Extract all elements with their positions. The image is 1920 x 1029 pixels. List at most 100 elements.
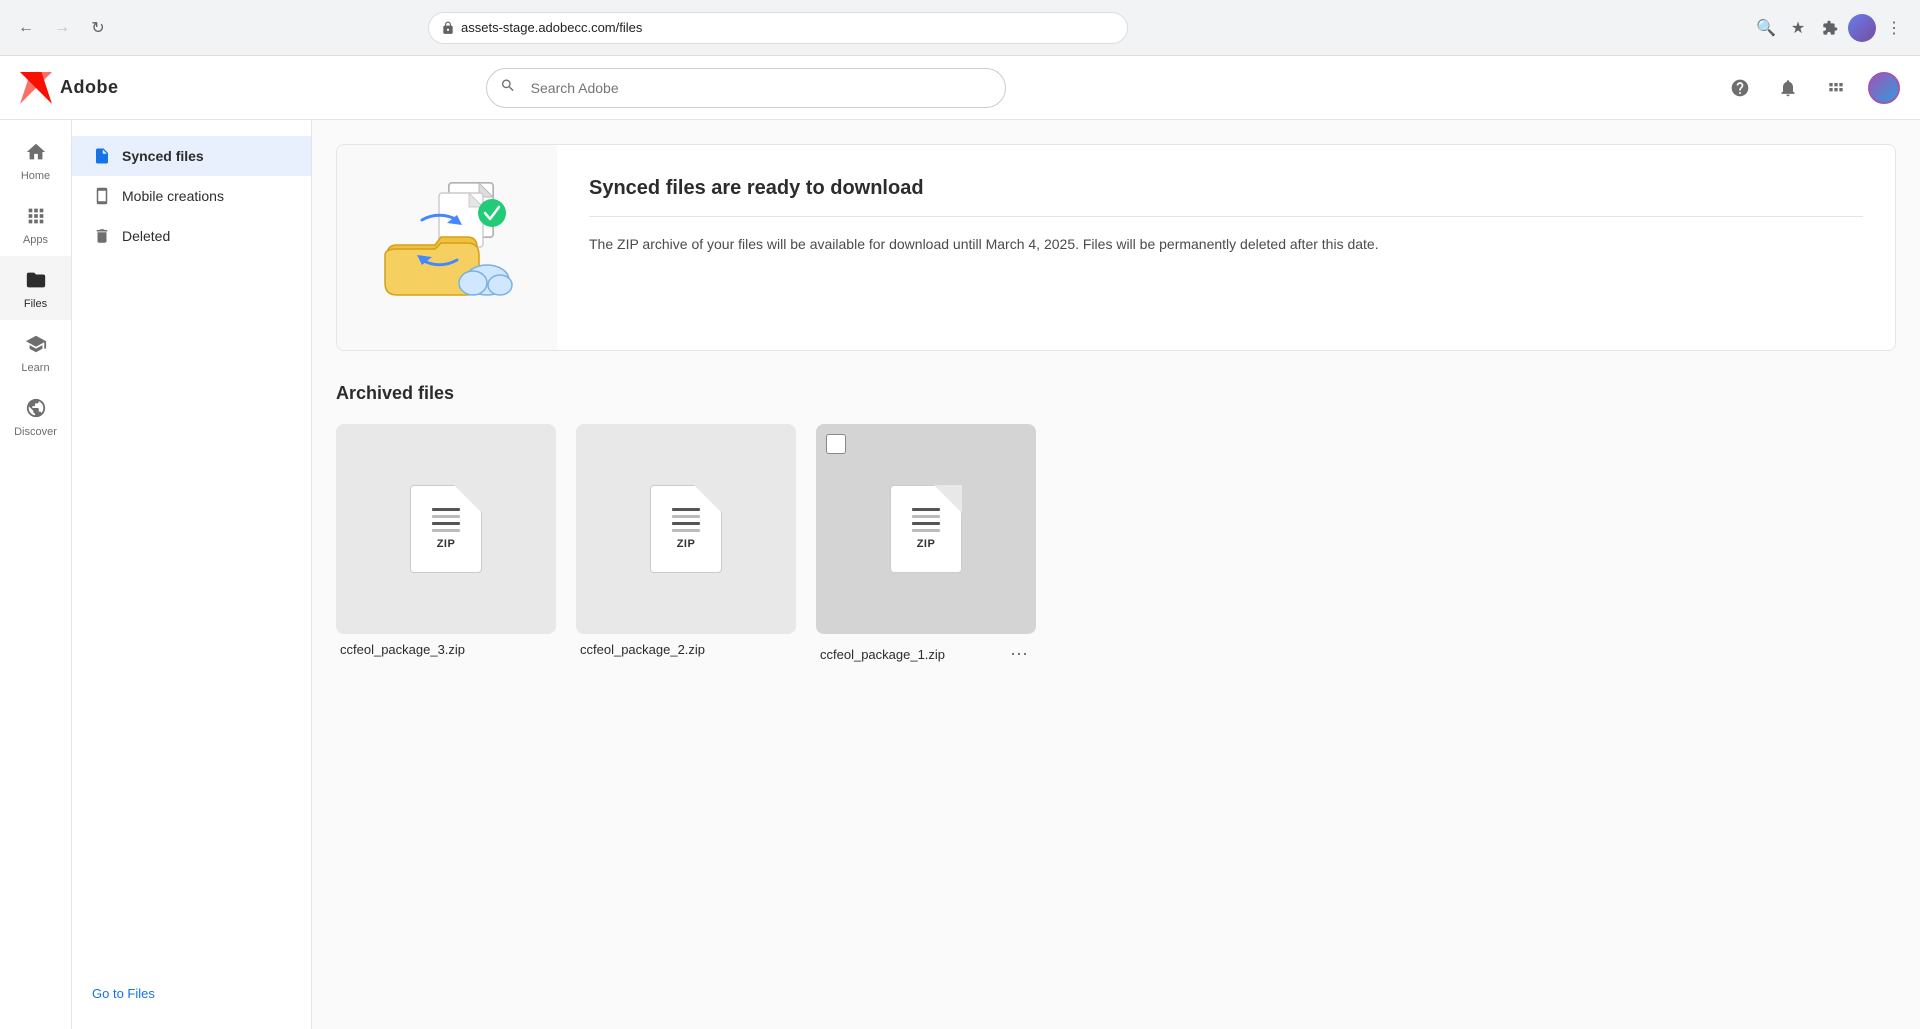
file-name-text: ccfeol_package_2.zip: [580, 642, 705, 657]
content-panel: Synced files Mobile creations Deleted Go…: [72, 120, 1920, 1029]
sidebar-home-label: Home: [21, 170, 50, 182]
mobile-creations-label: Mobile creations: [122, 188, 224, 204]
sidebar-item-discover[interactable]: Discover: [0, 384, 71, 448]
search-bar: [486, 68, 1006, 108]
address-bar: assets-stage.adobecc.com/files: [428, 12, 1128, 44]
search-icon: [500, 77, 516, 98]
zip-line: [672, 522, 700, 525]
app-container: Adobe: [0, 56, 1920, 1029]
file-card[interactable]: ZIP ccfeol_package_1.zip ⋯: [816, 424, 1036, 667]
adobe-logo-text: Adobe: [60, 77, 119, 98]
goto-files-link[interactable]: Go to Files: [72, 974, 311, 1013]
zip-icon: ZIP: [650, 485, 722, 573]
browser-forward-button[interactable]: →: [48, 14, 76, 42]
browser-zoom-button[interactable]: 🔍: [1752, 14, 1780, 42]
banner-divider: [589, 216, 1863, 217]
synced-files-label: Synced files: [122, 148, 204, 164]
file-name-row: ccfeol_package_1.zip ⋯: [816, 642, 1036, 667]
deleted-label: Deleted: [122, 228, 170, 244]
sidebar-files-label: Files: [24, 298, 47, 310]
sidebar: Home Apps Files Learn: [0, 120, 72, 1029]
main-area: Synced files are ready to download The Z…: [312, 120, 1920, 1029]
browser-back-button[interactable]: ←: [12, 14, 40, 42]
file-card-preview: ZIP: [816, 424, 1036, 634]
mobile-creations-icon: [92, 186, 112, 206]
deleted-item[interactable]: Deleted: [72, 216, 311, 256]
browser-chrome: ← → ↻ assets-stage.adobecc.com/files 🔍 ★…: [0, 0, 1920, 56]
browser-avatar: [1848, 14, 1876, 42]
sidebar-apps-label: Apps: [23, 234, 48, 246]
zip-line: [432, 508, 460, 511]
file-card[interactable]: ZIP ccfeol_package_3.zip: [336, 424, 556, 667]
zip-line: [672, 515, 700, 518]
zip-lines: [432, 508, 460, 532]
browser-bookmark-button[interactable]: ★: [1784, 14, 1812, 42]
sidebar-item-files[interactable]: Files: [0, 256, 71, 320]
sync-illustration: [367, 165, 527, 330]
file-more-button[interactable]: ⋯: [1006, 642, 1032, 667]
zip-icon: ZIP: [890, 485, 962, 573]
zip-line: [912, 515, 940, 518]
user-avatar[interactable]: [1868, 72, 1900, 104]
files-grid: ZIP ccfeol_package_3.zip ZIP ccfeol_pack…: [336, 424, 1896, 667]
zip-lines: [672, 508, 700, 532]
sidebar-item-learn[interactable]: Learn: [0, 320, 71, 384]
file-card-preview: ZIP: [576, 424, 796, 634]
file-name-row: ccfeol_package_2.zip: [576, 642, 796, 657]
browser-profile-button[interactable]: [1848, 14, 1876, 42]
banner-description: The ZIP archive of your files will be av…: [589, 233, 1863, 255]
section-title: Archived files: [336, 383, 1896, 404]
waffle-button[interactable]: [1820, 72, 1852, 104]
zip-lines: [912, 508, 940, 532]
lock-icon: [441, 21, 455, 35]
banner-content: Synced files are ready to download The Z…: [557, 145, 1895, 350]
file-name-row: ccfeol_package_3.zip: [336, 642, 556, 657]
zip-line: [912, 522, 940, 525]
zip-line: [432, 522, 460, 525]
discover-icon: [22, 394, 50, 422]
banner-illustration: [337, 145, 557, 350]
sidebar-learn-label: Learn: [21, 362, 49, 374]
help-button[interactable]: [1724, 72, 1756, 104]
zip-label-text: ZIP: [917, 538, 936, 550]
zip-line: [432, 529, 460, 532]
synced-files-icon: [92, 146, 112, 166]
main-content: Home Apps Files Learn: [0, 120, 1920, 1029]
browser-extension-button[interactable]: [1816, 14, 1844, 42]
mobile-creations-item[interactable]: Mobile creations: [72, 176, 311, 216]
file-checkbox[interactable]: [826, 434, 846, 454]
archived-files-section: Archived files ZIP ccfeol_package_3.zip …: [336, 383, 1896, 667]
zip-icon: ZIP: [410, 485, 482, 573]
banner-title: Synced files are ready to download: [589, 177, 1863, 200]
secondary-sidebar: Synced files Mobile creations Deleted Go…: [72, 120, 312, 1029]
browser-reload-button[interactable]: ↻: [84, 14, 112, 42]
zip-line: [432, 515, 460, 518]
notifications-button[interactable]: [1772, 72, 1804, 104]
trash-icon: [92, 226, 112, 246]
zip-label-text: ZIP: [437, 538, 456, 550]
sidebar-item-home[interactable]: Home: [0, 128, 71, 192]
adobe-logo-svg: [20, 72, 52, 104]
file-name-text: ccfeol_package_1.zip: [820, 647, 945, 662]
learn-icon: [22, 330, 50, 358]
app-header: Adobe: [0, 56, 1920, 120]
sidebar-discover-label: Discover: [14, 426, 57, 438]
banner: Synced files are ready to download The Z…: [336, 144, 1896, 351]
file-card-preview: ZIP: [336, 424, 556, 634]
search-input[interactable]: [486, 68, 1006, 108]
files-icon: [22, 266, 50, 294]
zip-line: [672, 508, 700, 511]
browser-menu-button[interactable]: ⋮: [1880, 14, 1908, 42]
apps-icon: [22, 202, 50, 230]
home-icon: [22, 138, 50, 166]
sidebar-item-apps[interactable]: Apps: [0, 192, 71, 256]
zip-line: [672, 529, 700, 532]
synced-files-item[interactable]: Synced files: [72, 136, 311, 176]
address-bar-url: assets-stage.adobecc.com/files: [461, 20, 642, 35]
adobe-logo[interactable]: Adobe: [20, 72, 119, 104]
header-actions: [1724, 72, 1900, 104]
file-name-text: ccfeol_package_3.zip: [340, 642, 465, 657]
zip-label-text: ZIP: [677, 538, 696, 550]
file-card[interactable]: ZIP ccfeol_package_2.zip: [576, 424, 796, 667]
zip-line: [912, 529, 940, 532]
